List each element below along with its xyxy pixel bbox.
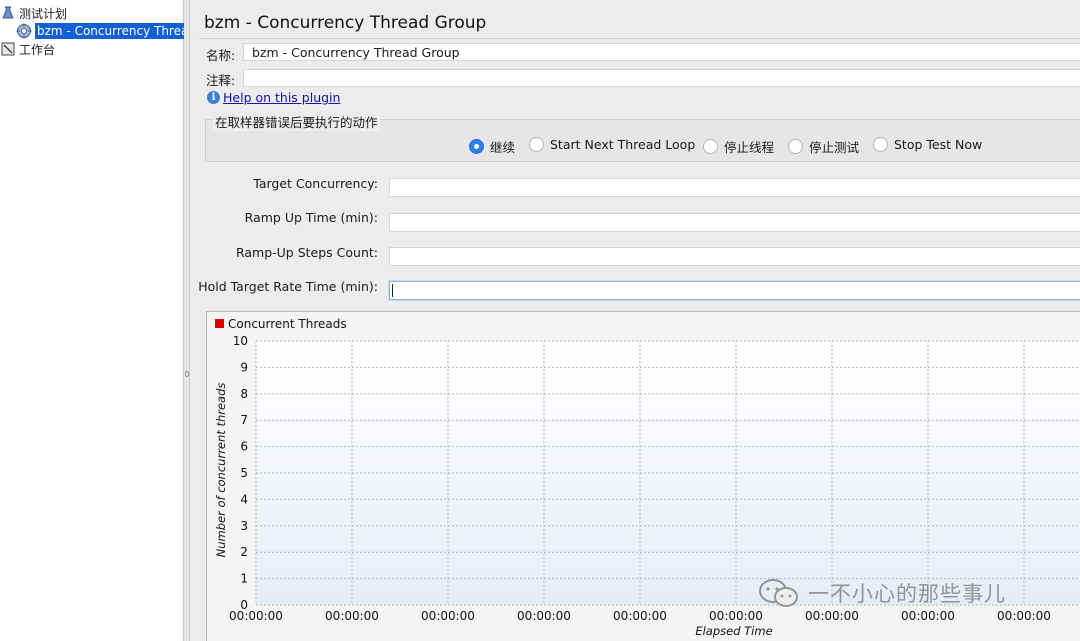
text-caret [392, 284, 393, 297]
y-tick-labels: 012345678910 [233, 334, 248, 612]
tree-item-label: 工作台 [19, 42, 56, 57]
y-tick-label: 10 [233, 334, 248, 348]
radio-label: 停止测试 [809, 140, 860, 155]
y-tick-label: 4 [240, 492, 248, 506]
x-tick-label: 00:00:00 [517, 609, 571, 623]
y-tick-label: 7 [240, 413, 248, 427]
radio-label: Stop Test Now [894, 137, 983, 152]
on-error-title: 在取样器错误后要执行的动作 [213, 112, 380, 131]
target-concurrency-input[interactable] [389, 178, 1080, 197]
test-plan-tree: 测试计划 bzm - Concurrency Threa 工作台 [0, 0, 191, 641]
gear-icon [16, 23, 32, 39]
thread-group-editor: bzm - Concurrency Thread Group 名称: bzm -… [191, 0, 1080, 641]
legend-swatch [215, 319, 224, 328]
x-tick-label: 00:00:00 [805, 609, 859, 623]
radio-button[interactable] [788, 139, 803, 154]
x-axis-label: Elapsed Time [695, 624, 772, 638]
x-tick-label: 00:00:00 [613, 609, 667, 623]
ramp-up-time-label: Ramp Up Time (min): [244, 210, 378, 225]
radio-button[interactable] [469, 139, 484, 154]
tree-item-concurrency-thread-group[interactable]: bzm - Concurrency Threa [16, 22, 191, 40]
test-plan-icon [0, 5, 16, 21]
y-tick-label: 3 [240, 519, 248, 533]
info-icon: i [207, 91, 220, 104]
target-concurrency-label: Target Concurrency: [253, 176, 378, 191]
tree-item-workbench[interactable]: 工作台 [0, 40, 55, 58]
radio-label: Start Next Thread Loop [550, 137, 696, 152]
tree-item-label: bzm - Concurrency Threa [35, 23, 191, 39]
radio-stop-thread[interactable]: 停止线程 [703, 137, 774, 156]
panel-splitter[interactable] [184, 0, 190, 641]
ramp-up-steps-label: Ramp-Up Steps Count: [235, 245, 378, 260]
tree-item-label: 测试计划 [19, 6, 68, 21]
y-tick-label: 5 [240, 466, 248, 480]
radio-stop-test[interactable]: 停止测试 [788, 137, 859, 156]
page-title: bzm - Concurrency Thread Group [204, 13, 487, 33]
tree-item-test-plan[interactable]: 测试计划 [0, 4, 67, 22]
radio-button[interactable] [703, 139, 718, 154]
help-row: i Help on this plugin [207, 90, 340, 105]
ramp-up-steps-input[interactable] [389, 247, 1080, 266]
comment-label: 注释: [206, 73, 236, 88]
name-label: 名称: [206, 48, 236, 63]
x-tick-labels: 00:00:00 00:00:00 00:00:00 00:00:00 00:00:00… [229, 609, 1051, 623]
comment-field[interactable] [243, 69, 1080, 87]
y-tick-label: 1 [240, 572, 248, 586]
x-tick-label: 00:00:00 [709, 609, 763, 623]
radio-label: 继续 [490, 140, 516, 155]
radio-stop-test-now[interactable]: Stop Test Now [873, 137, 982, 152]
y-tick-label: 8 [240, 387, 248, 401]
radio-label: 停止线程 [724, 140, 775, 155]
x-tick-label: 00:00:00 [229, 609, 283, 623]
y-axis-label: Number of concurrent threads [214, 383, 228, 558]
help-link[interactable]: Help on this plugin [223, 90, 340, 105]
radio-button[interactable] [529, 137, 544, 152]
radio-continue[interactable]: 继续 [469, 137, 515, 156]
y-tick-label: 9 [240, 360, 248, 374]
name-field[interactable]: bzm - Concurrency Thread Group [243, 43, 1080, 61]
workbench-icon [0, 41, 16, 57]
x-tick-label: 00:00:00 [421, 609, 475, 623]
ramp-up-time-input[interactable] [389, 213, 1080, 232]
hold-target-rate-input[interactable] [389, 281, 1080, 300]
chart-canvas: 012345678910 00:00:00 00:00:00 00:00:00 00:… [214, 317, 1080, 638]
x-tick-label: 00:00:00 [325, 609, 379, 623]
title-divider [199, 38, 1080, 39]
hold-target-rate-label: Hold Target Rate Time (min): [198, 279, 378, 294]
legend-label: Concurrent Threads [228, 317, 347, 331]
y-tick-label: 2 [240, 545, 248, 559]
splitter-grip-icon[interactable] [185, 371, 189, 377]
x-tick-label: 00:00:00 [997, 609, 1051, 623]
radio-start-next-thread-loop[interactable]: Start Next Thread Loop [529, 137, 695, 152]
concurrency-chart: 0 1 2 3 4 5 6 7 8 9 10 00:00:00 00:00:00 00:00:00 00:… [206, 311, 1080, 641]
y-tick-label: 6 [240, 440, 248, 454]
radio-button[interactable] [873, 137, 888, 152]
x-tick-label: 00:00:00 [901, 609, 955, 623]
